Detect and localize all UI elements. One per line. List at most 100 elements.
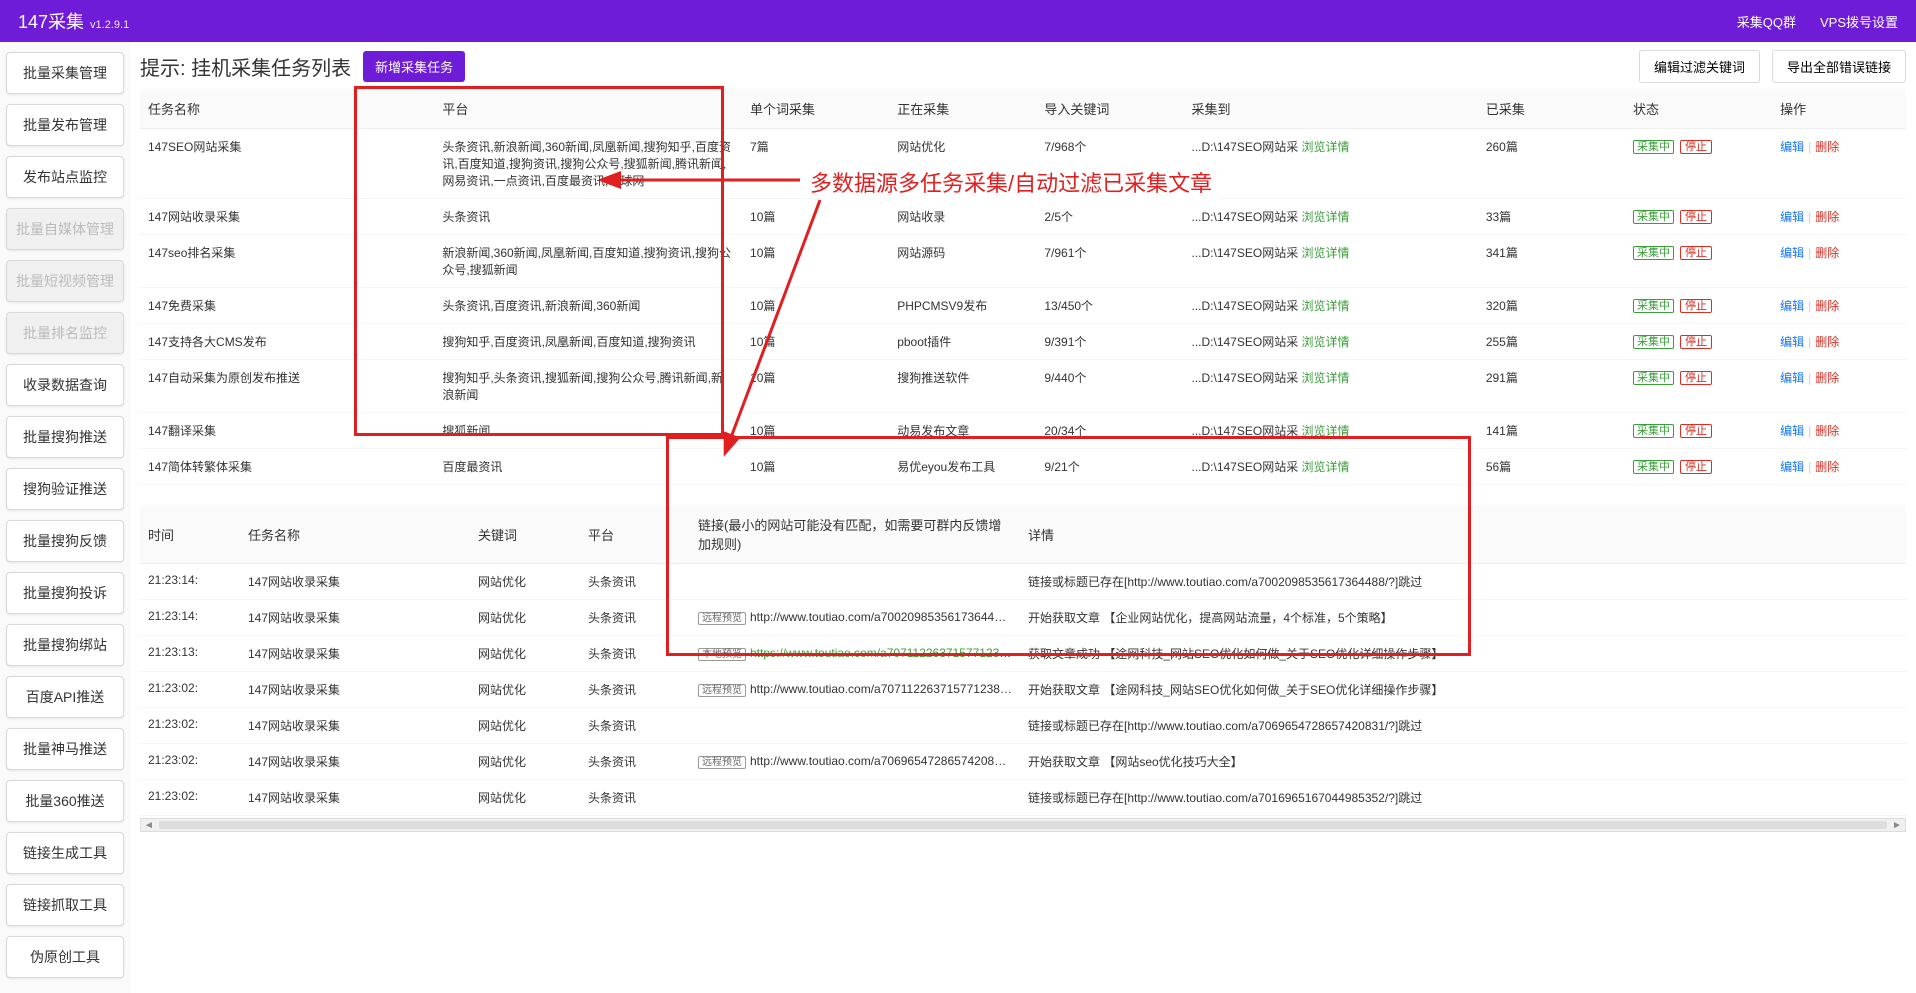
cell-collected: 141篇 xyxy=(1478,413,1625,449)
status-active: 采集中 xyxy=(1633,299,1674,313)
stop-button[interactable]: 停止 xyxy=(1680,210,1712,224)
sidebar-item-2[interactable]: 发布站点监控 xyxy=(6,156,124,198)
stop-button[interactable]: 停止 xyxy=(1680,424,1712,438)
app-version: v1.2.9.1 xyxy=(90,19,129,31)
header-link-qq[interactable]: 采集QQ群 xyxy=(1737,12,1796,31)
stop-button[interactable]: 停止 xyxy=(1680,299,1712,313)
delete-link[interactable]: 删除 xyxy=(1815,299,1839,313)
sidebar-item-9[interactable]: 批量搜狗反馈 xyxy=(6,520,124,562)
th-ops: 操作 xyxy=(1772,89,1906,129)
cell-keyword: 网站优化 xyxy=(470,600,580,636)
cell-link: 远程预览 http://www.toutiao.com/a707112263715… xyxy=(690,672,1020,708)
delete-link[interactable]: 删除 xyxy=(1815,140,1839,154)
new-task-button[interactable]: 新增采集任务 xyxy=(363,51,465,82)
cell-keyword: 网站优化 xyxy=(470,708,580,744)
sidebar-item-1[interactable]: 批量发布管理 xyxy=(6,104,124,146)
browse-link[interactable]: 浏览详情 xyxy=(1302,371,1350,385)
cell-link xyxy=(690,780,1020,816)
stop-button[interactable]: 停止 xyxy=(1680,246,1712,260)
cell-task: 147网站收录采集 xyxy=(240,780,470,816)
delete-link[interactable]: 删除 xyxy=(1815,460,1839,474)
edit-link[interactable]: 编辑 xyxy=(1780,140,1804,154)
browse-link[interactable]: 浏览详情 xyxy=(1302,210,1350,224)
cell-detail: 链接或标题已存在[http://www.toutiao.com/a7016965… xyxy=(1020,780,1906,816)
stop-button[interactable]: 停止 xyxy=(1680,140,1712,154)
cell-status: 采集中停止 xyxy=(1625,413,1772,449)
header-link-vps[interactable]: VPS拨号设置 xyxy=(1820,12,1898,31)
sidebar-item-13[interactable]: 批量神马推送 xyxy=(6,728,124,770)
export-errors-button[interactable]: 导出全部错误链接 xyxy=(1772,50,1906,83)
edit-link[interactable]: 编辑 xyxy=(1780,210,1804,224)
edit-link[interactable]: 编辑 xyxy=(1780,246,1804,260)
cell-ops: 编辑|删除 xyxy=(1772,413,1906,449)
stop-button[interactable]: 停止 xyxy=(1680,371,1712,385)
cell-status: 采集中停止 xyxy=(1625,449,1772,485)
sidebar-item-12[interactable]: 百度API推送 xyxy=(6,676,124,718)
sidebar-item-8[interactable]: 搜狗验证推送 xyxy=(6,468,124,510)
sidebar-item-6[interactable]: 收录数据查询 xyxy=(6,364,124,406)
preview-tag[interactable]: 远程预览 xyxy=(698,684,746,697)
cell-import-kw: 9/391个 xyxy=(1036,324,1183,360)
sidebar-item-11[interactable]: 批量搜狗绑站 xyxy=(6,624,124,666)
cell-platform: 头条资讯 xyxy=(580,672,690,708)
browse-link[interactable]: 浏览详情 xyxy=(1302,140,1350,154)
edit-link[interactable]: 编辑 xyxy=(1780,371,1804,385)
delete-link[interactable]: 删除 xyxy=(1815,371,1839,385)
cell-platform: 头条资讯 xyxy=(580,744,690,780)
scroll-right-icon[interactable]: ► xyxy=(1891,819,1903,831)
app-title: 147采集 xyxy=(18,8,84,34)
th-collecting: 正在采集 xyxy=(889,89,1036,129)
cell-import-kw: 9/440个 xyxy=(1036,360,1183,413)
sidebar-item-14[interactable]: 批量360推送 xyxy=(6,780,124,822)
sidebar-item-3: 批量自媒体管理 xyxy=(6,208,124,250)
cell-collect-to: ...D:\147SEO网站采 浏览详情 xyxy=(1184,235,1478,288)
browse-link[interactable]: 浏览详情 xyxy=(1302,299,1350,313)
cell-time: 21:23:14: xyxy=(140,600,240,636)
stop-button[interactable]: 停止 xyxy=(1680,460,1712,474)
edit-filter-button[interactable]: 编辑过滤关键词 xyxy=(1639,50,1760,83)
sidebar-item-10[interactable]: 批量搜狗投诉 xyxy=(6,572,124,614)
cell-collect-to: ...D:\147SEO网站采 浏览详情 xyxy=(1184,360,1478,413)
status-active: 采集中 xyxy=(1633,140,1674,154)
edit-link[interactable]: 编辑 xyxy=(1780,460,1804,474)
cell-per-word: 10篇 xyxy=(742,288,889,324)
sidebar-item-17[interactable]: 伪原创工具 xyxy=(6,936,124,978)
sidebar-item-0[interactable]: 批量采集管理 xyxy=(6,52,124,94)
cell-ops: 编辑|删除 xyxy=(1772,235,1906,288)
delete-link[interactable]: 删除 xyxy=(1815,246,1839,260)
cell-collecting: 网站收录 xyxy=(889,199,1036,235)
log-url[interactable]: http://www.toutiao.com/a7069654728657420… xyxy=(750,754,1018,768)
cell-status: 采集中停止 xyxy=(1625,199,1772,235)
cell-status: 采集中停止 xyxy=(1625,288,1772,324)
delete-link[interactable]: 删除 xyxy=(1815,424,1839,438)
cell-collected: 56篇 xyxy=(1478,449,1625,485)
edit-link[interactable]: 编辑 xyxy=(1780,299,1804,313)
app-header: 147采集 v1.2.9.1 采集QQ群 VPS拨号设置 xyxy=(0,0,1916,42)
cell-collected: 260篇 xyxy=(1478,129,1625,199)
log-row: 21:23:02:147网站收录采集网站优化头条资讯链接或标题已存在[http:… xyxy=(140,780,1906,816)
browse-link[interactable]: 浏览详情 xyxy=(1302,335,1350,349)
cell-detail: 链接或标题已存在[http://www.toutiao.com/a7069654… xyxy=(1020,708,1906,744)
cell-link xyxy=(690,708,1020,744)
sidebar-item-16[interactable]: 链接抓取工具 xyxy=(6,884,124,926)
status-active: 采集中 xyxy=(1633,371,1674,385)
edit-link[interactable]: 编辑 xyxy=(1780,335,1804,349)
delete-link[interactable]: 删除 xyxy=(1815,335,1839,349)
stop-button[interactable]: 停止 xyxy=(1680,335,1712,349)
scroll-left-icon[interactable]: ◄ xyxy=(143,819,155,831)
cell-time: 21:23:02: xyxy=(140,672,240,708)
cell-collect-to: ...D:\147SEO网站采 浏览详情 xyxy=(1184,129,1478,199)
cell-per-word: 10篇 xyxy=(742,235,889,288)
th-log-keyword: 关键词 xyxy=(470,505,580,564)
cell-task: 147网站收录采集 xyxy=(240,564,470,600)
sidebar-item-15[interactable]: 链接生成工具 xyxy=(6,832,124,874)
horizontal-scrollbar[interactable]: ◄ ► xyxy=(140,818,1906,832)
cell-collecting: pboot插件 xyxy=(889,324,1036,360)
edit-link[interactable]: 编辑 xyxy=(1780,424,1804,438)
scroll-thumb[interactable] xyxy=(159,821,1887,829)
log-url[interactable]: http://www.toutiao.com/a7071122637157712… xyxy=(750,682,1017,696)
browse-link[interactable]: 浏览详情 xyxy=(1302,246,1350,260)
sidebar-item-7[interactable]: 批量搜狗推送 xyxy=(6,416,124,458)
preview-tag[interactable]: 远程预览 xyxy=(698,756,746,769)
delete-link[interactable]: 删除 xyxy=(1815,210,1839,224)
